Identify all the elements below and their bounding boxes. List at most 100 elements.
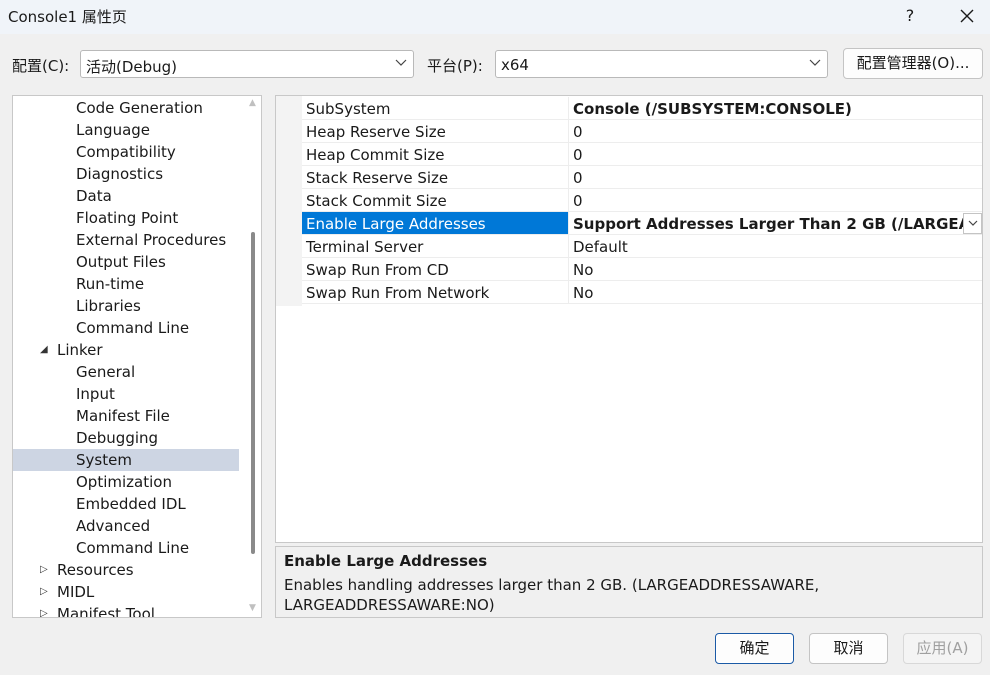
tree-item[interactable]: Compatibility: [13, 141, 239, 163]
tree-scrollbar[interactable]: ▲ ▼: [245, 96, 261, 617]
tree-item-label: Run-time: [76, 275, 145, 293]
tree-item[interactable]: Manifest File: [13, 405, 239, 427]
tree-item[interactable]: Input: [13, 383, 239, 405]
tree-item[interactable]: ▷ Manifest Tool: [13, 603, 239, 617]
config-manager-button[interactable]: 配置管理器(O)...: [843, 48, 983, 79]
tree-item-label: Input: [76, 385, 115, 403]
tree-item-label: Floating Point: [76, 209, 179, 227]
scroll-up-icon[interactable]: ▲: [249, 98, 256, 108]
property-row[interactable]: Swap Run From CD No: [302, 258, 982, 281]
help-button[interactable]: ?: [896, 2, 924, 30]
tree-item[interactable]: Embedded IDL: [13, 493, 239, 515]
title-bar: Console1 属性页 ?: [0, 0, 990, 34]
chevron-down-icon: [395, 59, 407, 66]
tree-item-label: Diagnostics: [76, 165, 164, 183]
tree-item-label: Command Line: [76, 539, 190, 557]
property-value[interactable]: No: [569, 258, 982, 281]
tree-item-label: System: [76, 451, 132, 469]
tree-item[interactable]: Advanced: [13, 515, 239, 537]
property-row[interactable]: Enable Large Addresses Support Addresses …: [302, 212, 982, 235]
expand-icon[interactable]: ▷: [40, 581, 52, 603]
tree-item[interactable]: General: [13, 361, 239, 383]
property-name: Swap Run From Network: [302, 281, 569, 304]
scroll-thumb[interactable]: [251, 232, 255, 554]
property-name: Terminal Server: [302, 235, 569, 258]
property-name: Stack Reserve Size: [302, 166, 569, 189]
tree-item-label: Output Files: [76, 253, 166, 271]
tree-item[interactable]: Run-time: [13, 273, 239, 295]
tree-item-label: Debugging: [76, 429, 159, 447]
apply-button[interactable]: 应用(A): [903, 633, 982, 664]
value-dropdown-button[interactable]: [963, 213, 982, 234]
property-row[interactable]: SubSystem Console (/SUBSYSTEM:CONSOLE): [302, 97, 982, 120]
tree-item[interactable]: Debugging: [13, 427, 239, 449]
tree-item-label: Optimization: [76, 473, 172, 491]
grid-gutter: [276, 96, 302, 306]
platform-label: 平台(P):: [427, 57, 483, 75]
tree-item[interactable]: Data: [13, 185, 239, 207]
cancel-button[interactable]: 取消: [809, 633, 888, 664]
tree-item-label: Manifest File: [76, 407, 170, 425]
property-tree[interactable]: Code Generation Language Compatibility Diag…: [12, 95, 262, 618]
tree-item[interactable]: Libraries: [13, 295, 239, 317]
property-row[interactable]: Terminal Server Default: [302, 235, 982, 258]
property-row[interactable]: Heap Commit Size 0: [302, 143, 982, 166]
property-value[interactable]: Default: [569, 235, 982, 258]
tree-item-label: General: [76, 363, 136, 381]
chevron-down-icon: [809, 59, 821, 66]
property-row[interactable]: Swap Run From Network No: [302, 281, 982, 304]
tree-item[interactable]: Output Files: [13, 251, 239, 273]
property-value[interactable]: Support Addresses Larger Than 2 GB (/LAR…: [569, 212, 982, 235]
tree-item[interactable]: ▷ Resources: [13, 559, 239, 581]
tree-item[interactable]: ▷ MIDL: [13, 581, 239, 603]
property-value[interactable]: No: [569, 281, 982, 304]
property-name: Heap Reserve Size: [302, 120, 569, 143]
tree-item-label: Compatibility: [76, 143, 176, 161]
tree-item[interactable]: Floating Point: [13, 207, 239, 229]
property-row[interactable]: Stack Commit Size 0: [302, 189, 982, 212]
tree-item[interactable]: ◢ Linker: [13, 339, 239, 361]
property-name: Swap Run From CD: [302, 258, 569, 281]
close-button[interactable]: [952, 2, 982, 30]
collapse-icon[interactable]: ◢: [40, 339, 52, 361]
config-label: 配置(C):: [12, 57, 70, 75]
tree-item-label: Data: [76, 187, 112, 205]
property-value[interactable]: 0: [569, 120, 982, 143]
tree-item[interactable]: Command Line: [13, 317, 239, 339]
ok-button[interactable]: 确定: [715, 633, 794, 664]
description-title: Enable Large Addresses: [284, 552, 488, 570]
property-name: Enable Large Addresses: [302, 212, 569, 235]
tree-item[interactable]: External Procedures: [13, 229, 239, 251]
property-value[interactable]: 0: [569, 166, 982, 189]
property-name: Heap Commit Size: [302, 143, 569, 166]
tree-item[interactable]: Optimization: [13, 471, 239, 493]
tree-item-label: MIDL: [57, 583, 95, 601]
config-dropdown[interactable]: 活动(Debug): [80, 50, 414, 78]
tree-item[interactable]: Code Generation: [13, 97, 239, 119]
platform-dropdown[interactable]: x64: [495, 50, 828, 78]
property-value[interactable]: Console (/SUBSYSTEM:CONSOLE): [569, 97, 982, 120]
property-row[interactable]: Stack Reserve Size 0: [302, 166, 982, 189]
tree-item-label: Advanced: [76, 517, 151, 535]
property-grid: SubSystem Console (/SUBSYSTEM:CONSOLE) Hea…: [275, 95, 983, 543]
tree-item-label: Code Generation: [76, 99, 203, 117]
tree-item-label: Linker: [57, 341, 103, 359]
property-value[interactable]: 0: [569, 189, 982, 212]
property-value[interactable]: 0: [569, 143, 982, 166]
tree-item[interactable]: Diagnostics: [13, 163, 239, 185]
tree-item-label: Libraries: [76, 297, 141, 315]
property-name: Stack Commit Size: [302, 189, 569, 212]
expand-icon[interactable]: ▷: [40, 559, 52, 581]
expand-icon[interactable]: ▷: [40, 603, 52, 617]
tree-item[interactable]: System: [13, 449, 239, 471]
property-row[interactable]: Heap Reserve Size 0: [302, 120, 982, 143]
description-body: Enables handling addresses larger than 2…: [284, 576, 820, 614]
tree-item[interactable]: Language: [13, 119, 239, 141]
tree-item-label: Command Line: [76, 319, 190, 337]
tree-item[interactable]: Command Line: [13, 537, 239, 559]
tree-item-label: External Procedures: [76, 231, 227, 249]
tree-item-label: Language: [76, 121, 151, 139]
tree-item-label: Embedded IDL: [76, 495, 186, 513]
close-icon: [960, 9, 974, 23]
scroll-down-icon[interactable]: ▼: [249, 603, 256, 613]
